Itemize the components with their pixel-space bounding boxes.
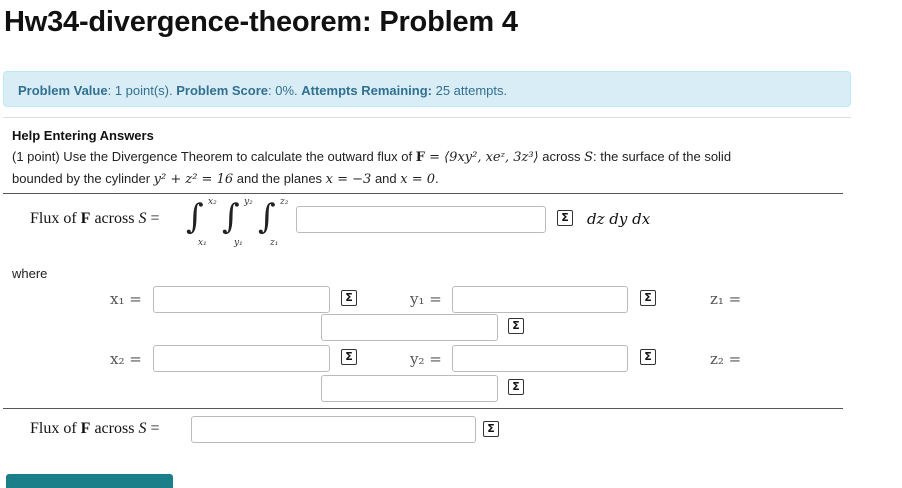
attempts-label: Attempts Remaining: [301, 83, 432, 98]
y2-label: y₂ = [410, 350, 442, 368]
attempts-text: 25 attempts. [431, 83, 508, 98]
equation-editor-icon[interactable]: Σ [483, 421, 499, 437]
z1-label: z₁ = [710, 290, 742, 308]
cylinder-equation: y² + z² = 16 [153, 172, 234, 187]
statement-text: . [435, 171, 439, 186]
divider [3, 193, 843, 194]
lower-limit-y1: y₁ [234, 238, 243, 248]
statement-text: (1 point) Use the Divergence Theorem to … [12, 149, 416, 164]
help-entering-answers-link[interactable]: Help Entering Answers [12, 128, 154, 143]
vector-field-symbol: F [415, 150, 425, 165]
problem-statement-line-1: (1 point) Use the Divergence Theorem to … [12, 149, 731, 165]
x2-label: x₂ = [110, 350, 142, 368]
surface-symbol: S [584, 150, 594, 165]
problem-score-text: : 0%. [268, 83, 302, 98]
statement-text: bounded by the cylinder [12, 171, 154, 186]
flux-label-text: Flux of [30, 210, 81, 227]
upper-limit-y2: y₂ [244, 197, 253, 207]
flux-label-text: Flux of [30, 420, 81, 437]
integral-sign-x: ∫ [186, 197, 204, 237]
where-label: where [12, 266, 48, 281]
plane-equation-2: x = 0 [400, 172, 436, 187]
flux-label-text: across [90, 420, 139, 437]
upper-limit-x2: x₂ [208, 197, 217, 207]
equation-editor-icon[interactable]: Σ [640, 290, 656, 306]
integrand-input[interactable] [296, 206, 546, 233]
equation-editor-icon[interactable]: Σ [508, 379, 524, 395]
vector-field-expression: ⟨9xy², xeᶻ, 3z³⟩ [444, 150, 539, 165]
z1-input[interactable] [321, 314, 498, 341]
differential-label: dz dy dx [587, 210, 651, 228]
plane-equation-1: x = −3 [325, 172, 372, 187]
equation-editor-icon[interactable]: Σ [640, 349, 656, 365]
z2-input[interactable] [321, 375, 498, 402]
x1-input[interactable] [153, 286, 330, 313]
divider [3, 117, 851, 118]
divider [3, 408, 843, 409]
y1-input[interactable] [452, 286, 628, 313]
y2-input[interactable] [452, 345, 628, 372]
problem-value-text: : 1 point(s). [107, 83, 177, 98]
flux-label-text: across [90, 210, 139, 227]
x2-input[interactable] [153, 345, 330, 372]
integral-sign-y: ∫ [222, 197, 240, 237]
problem-statement-line-2: bounded by the cylinder y² + z² = 16 and… [12, 171, 439, 187]
flux-integral-label: Flux of F across S = [30, 210, 159, 228]
vector-field-symbol: F [80, 420, 91, 437]
equation-editor-icon[interactable]: Σ [341, 290, 357, 306]
flux-answer-input[interactable] [191, 416, 476, 443]
equation-editor-icon[interactable]: Σ [557, 210, 573, 226]
z2-label: z₂ = [710, 350, 742, 368]
statement-text: : the surface of the solid [593, 149, 732, 164]
integral-sign-z: ∫ [258, 197, 276, 237]
upper-limit-z2: z₂ [280, 197, 289, 207]
flux-answer-label: Flux of F across S = [30, 420, 159, 438]
problem-score-label: Problem Score [176, 83, 268, 98]
statement-text: across [538, 149, 585, 164]
lower-limit-x1: x₁ [198, 238, 207, 248]
x1-label: x₁ = [110, 290, 142, 308]
equals-sign: = [146, 420, 160, 437]
equals-sign: = [146, 210, 160, 227]
submit-button[interactable] [6, 474, 173, 488]
lower-limit-z1: z₁ [270, 238, 279, 248]
page-title: Hw34-divergence-theorem: Problem 4 [4, 6, 518, 38]
y1-label: y₁ = [410, 290, 442, 308]
equation-editor-icon[interactable]: Σ [508, 318, 524, 334]
vector-field-symbol: F [80, 210, 91, 227]
equals-sign: = [424, 150, 445, 165]
problem-info-banner: Problem Value: 1 point(s). Problem Score… [3, 71, 851, 107]
equation-editor-icon[interactable]: Σ [341, 349, 357, 365]
problem-value-label: Problem Value [18, 83, 108, 98]
statement-text: and [371, 171, 401, 186]
statement-text: and the planes [233, 171, 326, 186]
